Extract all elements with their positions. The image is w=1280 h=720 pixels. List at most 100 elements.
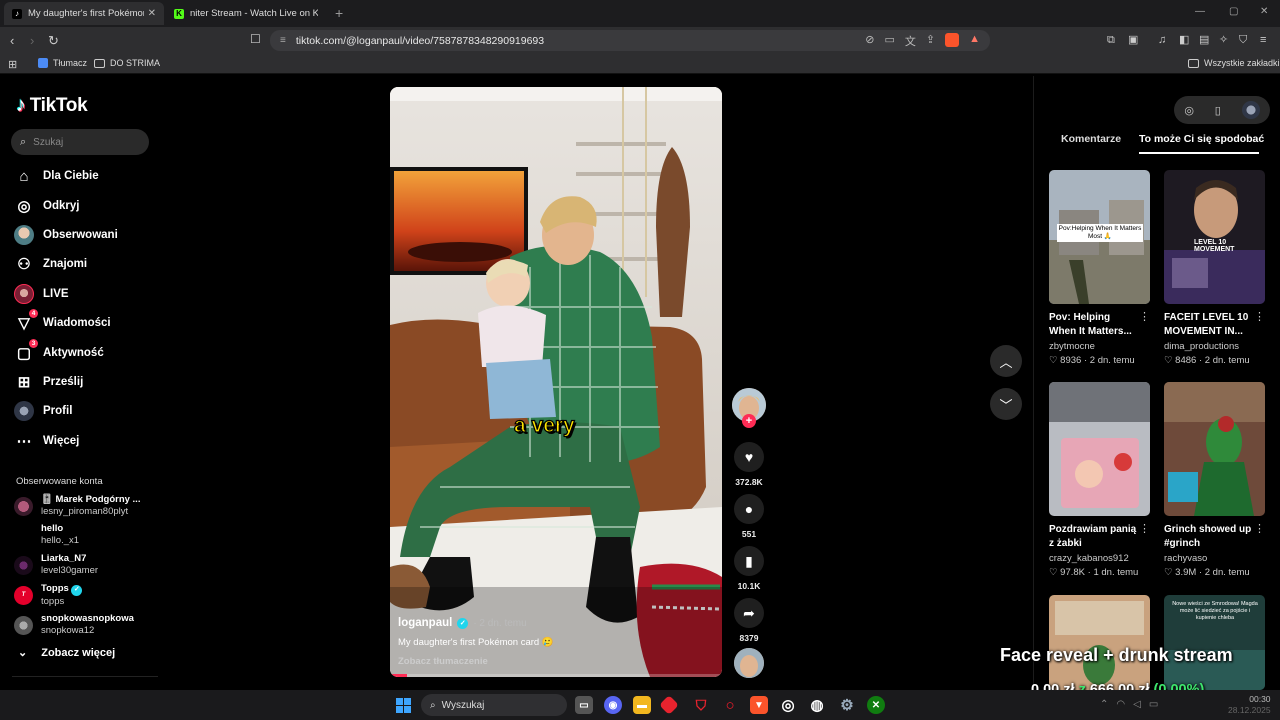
recommended-video-card[interactable]: LEVEL 10 MOVEMENT FACEIT LEVEL 10 MOVEME… [1164, 170, 1265, 366]
nav-activity[interactable]: ▢ 3 Aktywność [14, 339, 104, 363]
tab-kick[interactable]: K niter Stream - Watch Live on Kick [166, 2, 326, 25]
nav-for-you[interactable]: ⌂ Dla Ciebie [14, 166, 98, 186]
media-icon[interactable]: ♫ [1158, 32, 1166, 49]
file-explorer-icon[interactable]: ▬ [633, 696, 651, 714]
video-progress-bar[interactable] [390, 674, 722, 677]
tab-comments[interactable]: Komentarze [1061, 133, 1121, 145]
sidebar-icon[interactable]: ◧ [1179, 32, 1189, 49]
nav-following[interactable]: Obserwowani [14, 225, 118, 245]
windows-start-icon[interactable] [396, 698, 411, 713]
video-author[interactable]: loganpaul ✓ · 2 dn. temu [398, 617, 554, 629]
taskbar-search[interactable]: ⌕ Wyszukaj [421, 694, 567, 716]
follow-plus-button[interactable]: + [742, 414, 756, 428]
cast-icon[interactable]: ▭ [884, 33, 894, 49]
minimize-icon[interactable]: — [1195, 6, 1205, 17]
more-options-icon[interactable]: ⋮ [1139, 310, 1150, 323]
tab-title: My daughter's first Pokémon card [28, 8, 144, 19]
account-handle: topps [41, 595, 65, 607]
all-bookmarks[interactable]: Wszystkie zakładki [1188, 58, 1280, 68]
more-options-icon[interactable]: ⋮ [1254, 522, 1265, 535]
site-settings-icon[interactable]: ≡ [280, 35, 286, 46]
volume-icon[interactable]: ◁ [1133, 699, 1141, 710]
screenshot-icon[interactable]: ▣ [1128, 32, 1138, 49]
forward-icon[interactable]: › [30, 32, 34, 49]
clock[interactable]: 00:30 28.12.2025 [1228, 694, 1271, 716]
extensions-icon[interactable]: ⧉ [1107, 32, 1115, 49]
see-translation-button[interactable]: Zobacz tłumaczenie [398, 656, 554, 667]
translate-icon[interactable]: 文 [905, 33, 916, 49]
like-button[interactable]: ♥ 372.8K [733, 442, 765, 487]
bookmark-page-icon[interactable]: ☐ [250, 32, 261, 46]
close-tab-icon[interactable]: ✕ [148, 8, 156, 19]
video-player[interactable]: a very loganpaul ✓ · 2 dn. temu My daugh… [390, 87, 722, 677]
more-options-icon[interactable]: ⋮ [1139, 522, 1150, 535]
brave-shields-icon[interactable] [945, 33, 960, 47]
share-button[interactable]: ➦ 8379 [733, 598, 765, 643]
address-bar[interactable]: ≡ tiktok.com/@loganpaul/video/7587878348… [270, 30, 990, 51]
chevron-up-icon[interactable]: ⌃ [1100, 699, 1108, 710]
recommended-video-card[interactable]: Nowe wieści ze Smrodowa! Magda może lić … [1164, 595, 1265, 690]
system-tray: ⌃ ◠ ◁ ▭ [1100, 699, 1158, 710]
next-video-button[interactable]: ﹀ [990, 388, 1022, 420]
app-diamond-icon[interactable] [659, 695, 679, 715]
no-tracking-icon[interactable]: ⊘ [865, 33, 874, 49]
nav-friends[interactable]: ⚇ Znajomi [14, 254, 87, 274]
followed-account[interactable]: snopkowasnopkowa snopkowa12 [14, 613, 134, 637]
nav-live[interactable]: LIVE [14, 284, 69, 304]
obs-icon[interactable]: ◎ [779, 696, 797, 714]
bookmarks-bar: ⊞ Tłumacz DO STRIMA Wszystkie zakładki [0, 54, 1280, 74]
compass-icon[interactable]: ◎ [1184, 104, 1194, 117]
avatar [14, 496, 33, 516]
search-input[interactable]: ⌕ Szukaj [11, 129, 149, 155]
brave-rewards-icon[interactable]: ▲ [969, 33, 980, 49]
sound-avatar[interactable] [734, 648, 764, 678]
apps-icon[interactable]: ⊞ [8, 58, 17, 71]
wifi-icon[interactable]: ◠ [1116, 699, 1125, 710]
nav-upload[interactable]: ⊞ Prześlij [14, 372, 84, 392]
user-avatar[interactable] [1241, 101, 1260, 119]
back-icon[interactable]: ‹ [10, 32, 14, 49]
nav-messages[interactable]: ▽ 4 Wiadomości [14, 309, 111, 333]
reload-icon[interactable]: ↻ [48, 32, 59, 49]
previous-video-button[interactable]: ︿ [990, 345, 1022, 377]
battery-icon[interactable]: ▭ [1149, 699, 1158, 710]
nav-explore[interactable]: ◎ Odkryj [14, 196, 79, 216]
followed-account[interactable]: 🎚️ Marek Podgórny ... lesny_piroman80plyt [14, 494, 140, 518]
opera-icon[interactable]: ○ [721, 696, 739, 714]
close-window-icon[interactable]: ✕ [1260, 6, 1268, 17]
leo-ai-icon[interactable]: ✧ [1219, 32, 1228, 49]
obs-alt-icon[interactable]: ◍ [808, 696, 826, 714]
maximize-icon[interactable]: ▢ [1229, 6, 1238, 17]
tiktok-logo[interactable]: ♪ TikTok [16, 94, 88, 117]
brave-icon[interactable]: ▼ [750, 696, 768, 714]
new-tab-button[interactable]: + [335, 5, 343, 21]
mcafee-icon[interactable]: ⛉ [692, 696, 710, 714]
followed-account[interactable]: hello hello._x1 [14, 523, 79, 547]
nav-profile[interactable]: Profil [14, 401, 72, 421]
save-button[interactable]: ▮ 10.1K [733, 546, 765, 591]
wallet-icon[interactable]: ▤ [1199, 32, 1209, 49]
followed-account[interactable]: Liarka_N7 level30gamer [14, 553, 98, 577]
more-options-icon[interactable]: ⋮ [1254, 310, 1265, 323]
card-title: FACEIT LEVEL 10 MOVEMENT IN... [1164, 312, 1249, 337]
recommended-video-card[interactable] [1049, 595, 1150, 690]
comment-button[interactable]: ● 551 [733, 494, 765, 539]
share-icon[interactable]: ⇪ [926, 33, 935, 49]
bookmark-folder-do-strima[interactable]: DO STRIMA [94, 58, 160, 68]
tab-tiktok[interactable]: ♪ My daughter's first Pokémon card ✕ [4, 2, 164, 25]
recommended-video-card[interactable]: Pov:Helping When It Matters Most 🙏 Pov: … [1049, 170, 1150, 366]
phone-icon[interactable]: ▯ [1215, 104, 1221, 117]
menu-icon[interactable]: ≡ [1260, 32, 1266, 49]
vpn-icon[interactable]: ⛉ [1239, 32, 1247, 49]
discord-icon[interactable]: ◉ [604, 696, 622, 714]
xbox-icon[interactable]: ✕ [867, 696, 885, 714]
settings-icon[interactable]: ⚙ [838, 696, 856, 714]
followed-account[interactable]: T Topps ✓ topps [14, 583, 83, 608]
bookmark-translate[interactable]: Tłumacz [38, 58, 87, 68]
nav-more[interactable]: ⋯ Więcej [14, 431, 80, 451]
recommended-video-card[interactable]: Grinch showed up #grinch ⋮ rachyvaso ♡ 3… [1164, 382, 1265, 578]
tab-you-may-like[interactable]: To może Ci się spodobać [1139, 133, 1264, 145]
see-more-button[interactable]: ⌄ Zobacz więcej [18, 646, 115, 660]
task-view-icon[interactable]: ▭ [575, 696, 593, 714]
recommended-video-card[interactable]: Pozdrawiam panią z żabki ⋮ crazy_kabanos… [1049, 382, 1150, 578]
